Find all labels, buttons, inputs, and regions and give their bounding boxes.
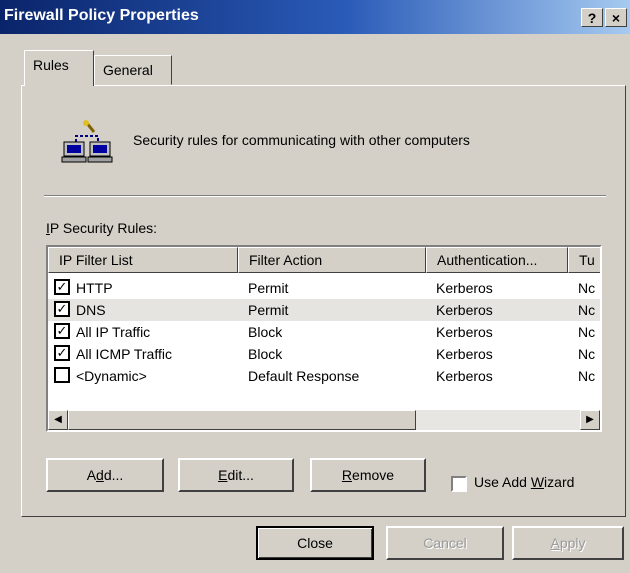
window-close-button[interactable]: × [605, 8, 627, 27]
ip-security-rules-label: IP Security Rules: [46, 220, 158, 236]
rule-checkbox[interactable]: ✓ [54, 345, 70, 361]
use-add-wizard-checkbox[interactable] [451, 476, 467, 492]
use-add-wizard-label[interactable]: Use Add Wizard [474, 474, 574, 490]
scroll-left-button[interactable]: ◀ [48, 410, 68, 430]
authentication-cell: Kerberos [436, 368, 493, 384]
tunnel-cell: Nc [578, 280, 596, 296]
filter-list-cell: All IP Traffic [76, 324, 151, 340]
filter-action-cell: Default Response [248, 368, 360, 384]
horizontal-scrollbar[interactable]: ◀ ▶ [48, 410, 600, 430]
filter-action-cell: Permit [248, 302, 289, 318]
edit-button[interactable]: Edit... [178, 458, 294, 492]
separator [44, 195, 606, 197]
header-description: Security rules for communicating with ot… [133, 132, 470, 148]
authentication-cell: Kerberos [436, 346, 493, 362]
authentication-cell: Kerberos [436, 302, 493, 318]
tab-rules[interactable]: Rules [24, 50, 94, 86]
authentication-cell: Kerberos [436, 324, 493, 340]
rule-checkbox[interactable]: ✓ [54, 279, 70, 295]
scroll-right-button[interactable]: ▶ [580, 410, 600, 430]
table-row[interactable]: <Dynamic> Default Response Kerberos Nc [48, 365, 600, 387]
computers-network-icon [61, 120, 113, 163]
column-header-filter-action[interactable]: Filter Action [238, 247, 426, 273]
title-bar[interactable]: Firewall Policy Properties ? × [0, 0, 630, 34]
filter-list-cell: DNS [76, 302, 106, 318]
help-button[interactable]: ? [581, 8, 603, 27]
rule-checkbox[interactable]: ✓ [54, 323, 70, 339]
table-row[interactable]: ✓ All ICMP Traffic Block Kerberos Nc [48, 343, 600, 365]
apply-button[interactable]: Apply [512, 526, 624, 560]
arrow-right-icon: ▶ [586, 414, 594, 425]
column-header-tunnel[interactable]: Tu [568, 247, 600, 273]
add-button[interactable]: Add... [46, 458, 164, 492]
tab-general[interactable]: General [94, 55, 172, 85]
rule-checkbox[interactable]: ✓ [54, 301, 70, 317]
column-header-ip-filter-list[interactable]: IP Filter List [48, 247, 238, 273]
remove-button[interactable]: Remove [310, 458, 426, 492]
authentication-cell: Kerberos [436, 280, 493, 296]
scrollbar-thumb[interactable] [68, 410, 416, 430]
tunnel-cell: Nc [578, 346, 596, 362]
rule-checkbox[interactable] [54, 367, 70, 383]
table-row[interactable]: ✓ HTTP Permit Kerberos Nc [48, 277, 600, 299]
cancel-button[interactable]: Cancel [386, 526, 504, 560]
filter-list-cell: HTTP [76, 280, 113, 296]
tunnel-cell: Nc [578, 324, 596, 340]
filter-list-cell: All ICMP Traffic [76, 346, 172, 362]
filter-action-cell: Permit [248, 280, 289, 296]
ip-security-rules-list[interactable]: IP Filter List Filter Action Authenticat… [46, 245, 602, 432]
tunnel-cell: Nc [578, 368, 596, 384]
close-button[interactable]: Close [256, 526, 374, 560]
column-header-authentication[interactable]: Authentication... [426, 247, 568, 273]
window-title: Firewall Policy Properties [4, 7, 199, 24]
filter-action-cell: Block [248, 346, 283, 362]
tunnel-cell: Nc [578, 302, 596, 318]
filter-action-cell: Block [248, 324, 283, 340]
filter-list-cell: <Dynamic> [76, 368, 147, 384]
table-row[interactable]: ✓ DNS Permit Kerberos Nc [48, 299, 600, 321]
table-row[interactable]: ✓ All IP Traffic Block Kerberos Nc [48, 321, 600, 343]
list-header: IP Filter List Filter Action Authenticat… [48, 247, 600, 273]
arrow-left-icon: ◀ [54, 414, 62, 425]
